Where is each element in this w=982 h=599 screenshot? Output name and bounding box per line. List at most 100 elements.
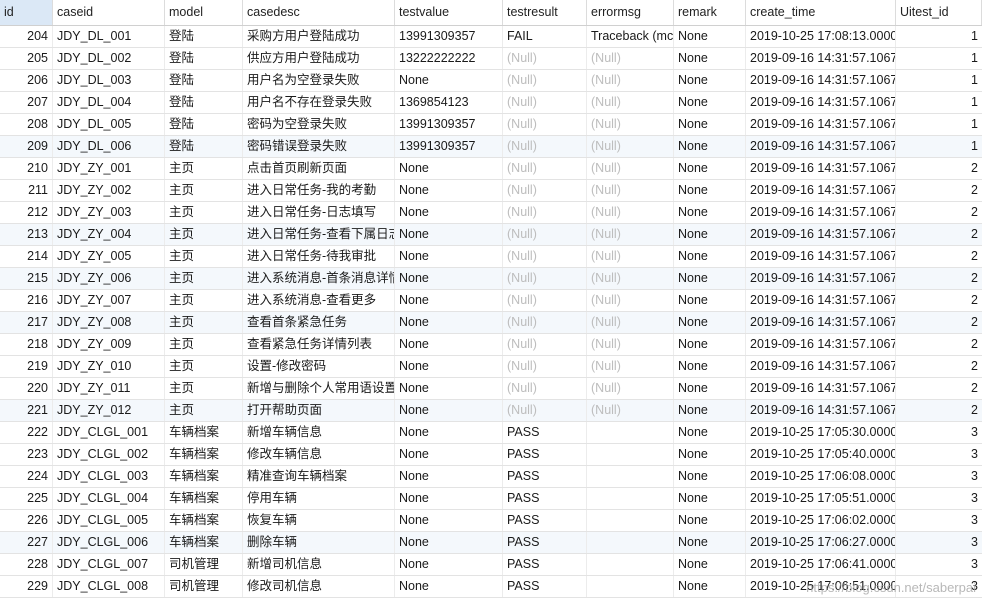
cell-caseid[interactable]: JDY_DL_005 [53,114,165,135]
data-grid[interactable]: id caseid model casedesc testvalue testresult… [0,0,982,598]
cell-casedesc[interactable]: 新增与删除个人常用语设置 [243,378,395,399]
cell-casedesc[interactable]: 进入日常任务-我的考勤 [243,180,395,201]
cell-casedesc[interactable]: 进入系统消息-首条消息详情 [243,268,395,289]
cell-casedesc[interactable]: 用户名为空登录失败 [243,70,395,91]
cell-id[interactable]: 224 [0,466,53,487]
cell-create-time[interactable]: 2019-10-25 17:08:13.0000 [746,26,896,47]
cell-create-time[interactable]: 2019-09-16 14:31:57.1067 [746,356,896,377]
cell-remark[interactable]: None [674,136,746,157]
cell-model[interactable]: 主页 [165,246,243,267]
cell-uitest-id[interactable]: 2 [896,400,982,421]
cell-caseid[interactable]: JDY_ZY_004 [53,224,165,245]
cell-testvalue[interactable]: None [395,334,503,355]
cell-create-time[interactable]: 2019-09-16 14:31:57.1067 [746,400,896,421]
cell-remark[interactable]: None [674,532,746,553]
cell-uitest-id[interactable]: 3 [896,576,982,597]
cell-testresult[interactable]: PASS [503,444,587,465]
cell-model[interactable]: 登陆 [165,114,243,135]
cell-testresult[interactable]: PASS [503,488,587,509]
cell-errormsg[interactable] [587,576,674,597]
cell-uitest-id[interactable]: 1 [896,70,982,91]
cell-errormsg[interactable]: (Null) [587,224,674,245]
cell-casedesc[interactable]: 新增车辆信息 [243,422,395,443]
cell-uitest-id[interactable]: 2 [896,268,982,289]
cell-testvalue[interactable]: None [395,268,503,289]
cell-model[interactable]: 主页 [165,180,243,201]
cell-errormsg[interactable]: (Null) [587,92,674,113]
cell-id[interactable]: 216 [0,290,53,311]
cell-testvalue[interactable]: None [395,488,503,509]
table-row[interactable]: 220 JDY_ZY_011 主页 新增与删除个人常用语设置 None (Null) (Nu… [0,378,982,400]
cell-id[interactable]: 205 [0,48,53,69]
cell-create-time[interactable]: 2019-09-16 14:31:57.1067 [746,70,896,91]
cell-errormsg[interactable] [587,444,674,465]
cell-uitest-id[interactable]: 1 [896,114,982,135]
cell-errormsg[interactable]: (Null) [587,70,674,91]
cell-uitest-id[interactable]: 3 [896,488,982,509]
cell-uitest-id[interactable]: 1 [896,136,982,157]
cell-id[interactable]: 210 [0,158,53,179]
cell-uitest-id[interactable]: 2 [896,246,982,267]
cell-errormsg[interactable]: (Null) [587,114,674,135]
cell-testresult[interactable]: (Null) [503,312,587,333]
cell-create-time[interactable]: 2019-09-16 14:31:57.1067 [746,224,896,245]
cell-create-time[interactable]: 2019-09-16 14:31:57.1067 [746,246,896,267]
table-row[interactable]: 212 JDY_ZY_003 主页 进入日常任务-日志填写 None (Null) (Nul… [0,202,982,224]
cell-create-time[interactable]: 2019-10-25 17:06:41.0000 [746,554,896,575]
table-row[interactable]: 206 JDY_DL_003 登陆 用户名为空登录失败 None (Null) (Null)… [0,70,982,92]
cell-testresult[interactable]: (Null) [503,334,587,355]
cell-testresult[interactable]: (Null) [503,224,587,245]
cell-errormsg[interactable] [587,422,674,443]
cell-testresult[interactable]: PASS [503,510,587,531]
cell-id[interactable]: 213 [0,224,53,245]
cell-testresult[interactable]: PASS [503,576,587,597]
cell-caseid[interactable]: JDY_ZY_002 [53,180,165,201]
cell-testresult[interactable]: (Null) [503,246,587,267]
cell-caseid[interactable]: JDY_ZY_001 [53,158,165,179]
cell-casedesc[interactable]: 恢复车辆 [243,510,395,531]
cell-caseid[interactable]: JDY_CLGL_004 [53,488,165,509]
cell-model[interactable]: 司机管理 [165,554,243,575]
cell-create-time[interactable]: 2019-10-25 17:06:08.0000 [746,466,896,487]
cell-remark[interactable]: None [674,92,746,113]
cell-testvalue[interactable]: 13991309357 [395,114,503,135]
table-row[interactable]: 205 JDY_DL_002 登陆 供应方用户登陆成功 13222222222 (Null… [0,48,982,70]
cell-remark[interactable]: None [674,26,746,47]
cell-model[interactable]: 主页 [165,312,243,333]
cell-id[interactable]: 207 [0,92,53,113]
cell-testvalue[interactable]: None [395,554,503,575]
table-row[interactable]: 229 JDY_CLGL_008 司机管理 修改司机信息 None PASS None 201… [0,576,982,598]
cell-errormsg[interactable]: (Null) [587,400,674,421]
cell-uitest-id[interactable]: 1 [896,92,982,113]
cell-testvalue[interactable]: 13222222222 [395,48,503,69]
cell-remark[interactable]: None [674,334,746,355]
cell-testresult[interactable]: (Null) [503,136,587,157]
cell-uitest-id[interactable]: 3 [896,532,982,553]
table-row[interactable]: 222 JDY_CLGL_001 车辆档案 新增车辆信息 None PASS None 201… [0,422,982,444]
cell-remark[interactable]: None [674,246,746,267]
table-row[interactable]: 216 JDY_ZY_007 主页 进入系统消息-查看更多 None (Null) (Nul… [0,290,982,312]
cell-create-time[interactable]: 2019-10-25 17:06:51.0000 [746,576,896,597]
table-row[interactable]: 214 JDY_ZY_005 主页 进入日常任务-待我审批 None (Null) (Nul… [0,246,982,268]
cell-create-time[interactable]: 2019-09-16 14:31:57.1067 [746,114,896,135]
cell-errormsg[interactable]: (Null) [587,180,674,201]
cell-testvalue[interactable]: None [395,466,503,487]
cell-testresult[interactable]: (Null) [503,290,587,311]
cell-testresult[interactable]: PASS [503,554,587,575]
cell-remark[interactable]: None [674,466,746,487]
cell-testresult[interactable]: (Null) [503,268,587,289]
cell-uitest-id[interactable]: 2 [896,312,982,333]
cell-casedesc[interactable]: 进入日常任务-待我审批 [243,246,395,267]
cell-id[interactable]: 223 [0,444,53,465]
column-header-uitest-id[interactable]: Uitest_id [896,0,982,25]
cell-errormsg[interactable]: (Null) [587,290,674,311]
cell-remark[interactable]: None [674,202,746,223]
cell-testvalue[interactable]: 13991309357 [395,136,503,157]
cell-id[interactable]: 218 [0,334,53,355]
column-header-id[interactable]: id [0,0,53,25]
cell-errormsg[interactable] [587,488,674,509]
cell-errormsg[interactable] [587,466,674,487]
cell-model[interactable]: 车辆档案 [165,510,243,531]
cell-model[interactable]: 主页 [165,202,243,223]
cell-model[interactable]: 车辆档案 [165,466,243,487]
